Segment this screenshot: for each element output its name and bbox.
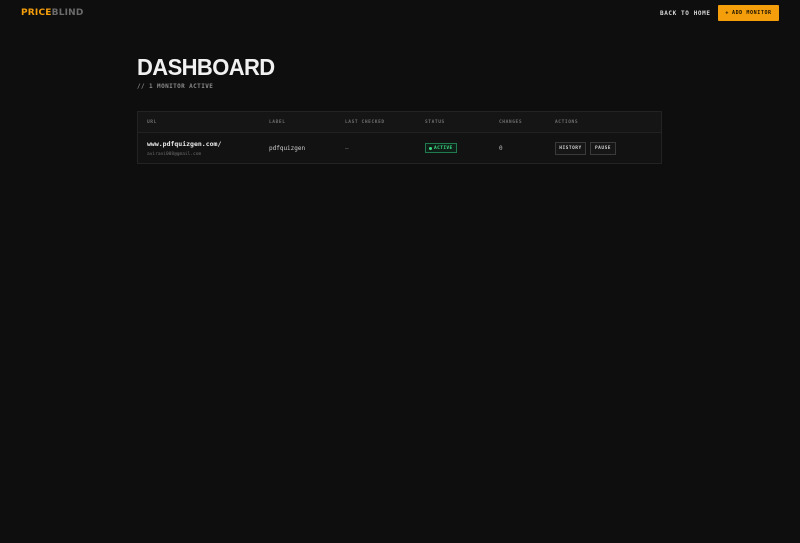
add-monitor-button[interactable]: + ADD MONITOR (718, 5, 779, 21)
top-bar: PRICEBLIND BACK TO HOME + ADD MONITOR (0, 0, 800, 28)
plus-icon: + (725, 10, 729, 16)
column-header-label: LABEL (269, 120, 286, 125)
history-button[interactable]: HISTORY (555, 142, 586, 155)
pause-button[interactable]: PAUSE (590, 142, 616, 155)
status-badge: ACTIVE (425, 143, 457, 153)
column-header-status: STATUS (425, 120, 445, 125)
back-to-home-link[interactable]: BACK TO HOME (660, 10, 711, 17)
table-header: URL LABEL LAST CHECKED STATUS CHANGES AC… (138, 112, 661, 133)
monitors-table: URL LABEL LAST CHECKED STATUS CHANGES AC… (137, 111, 662, 164)
monitor-label: pdfquizgen (269, 145, 306, 152)
monitor-email: avirani008@gmail.com (147, 152, 202, 157)
column-header-changes: CHANGES (499, 120, 523, 125)
page-subtitle: // 1 MONITOR ACTIVE (137, 83, 214, 90)
page-title: DASHBOARD (137, 54, 275, 81)
column-header-last-checked: LAST CHECKED (345, 120, 385, 125)
logo-secondary: BLIND (51, 8, 84, 18)
logo[interactable]: PRICEBLIND (21, 8, 84, 18)
add-monitor-label: ADD MONITOR (731, 10, 772, 16)
column-header-url: URL (147, 120, 157, 125)
column-header-actions: ACTIONS (555, 120, 579, 125)
table-row: www.pdfquizgen.com/ avirani008@gmail.com… (138, 133, 661, 163)
monitor-url[interactable]: www.pdfquizgen.com/ (147, 140, 221, 148)
status-dot-icon (429, 146, 432, 150)
status-badge-label: ACTIVE (434, 145, 453, 151)
monitor-changes: 0 (499, 145, 503, 152)
monitor-last-checked: — (345, 145, 349, 152)
logo-primary: PRICE (21, 8, 52, 18)
